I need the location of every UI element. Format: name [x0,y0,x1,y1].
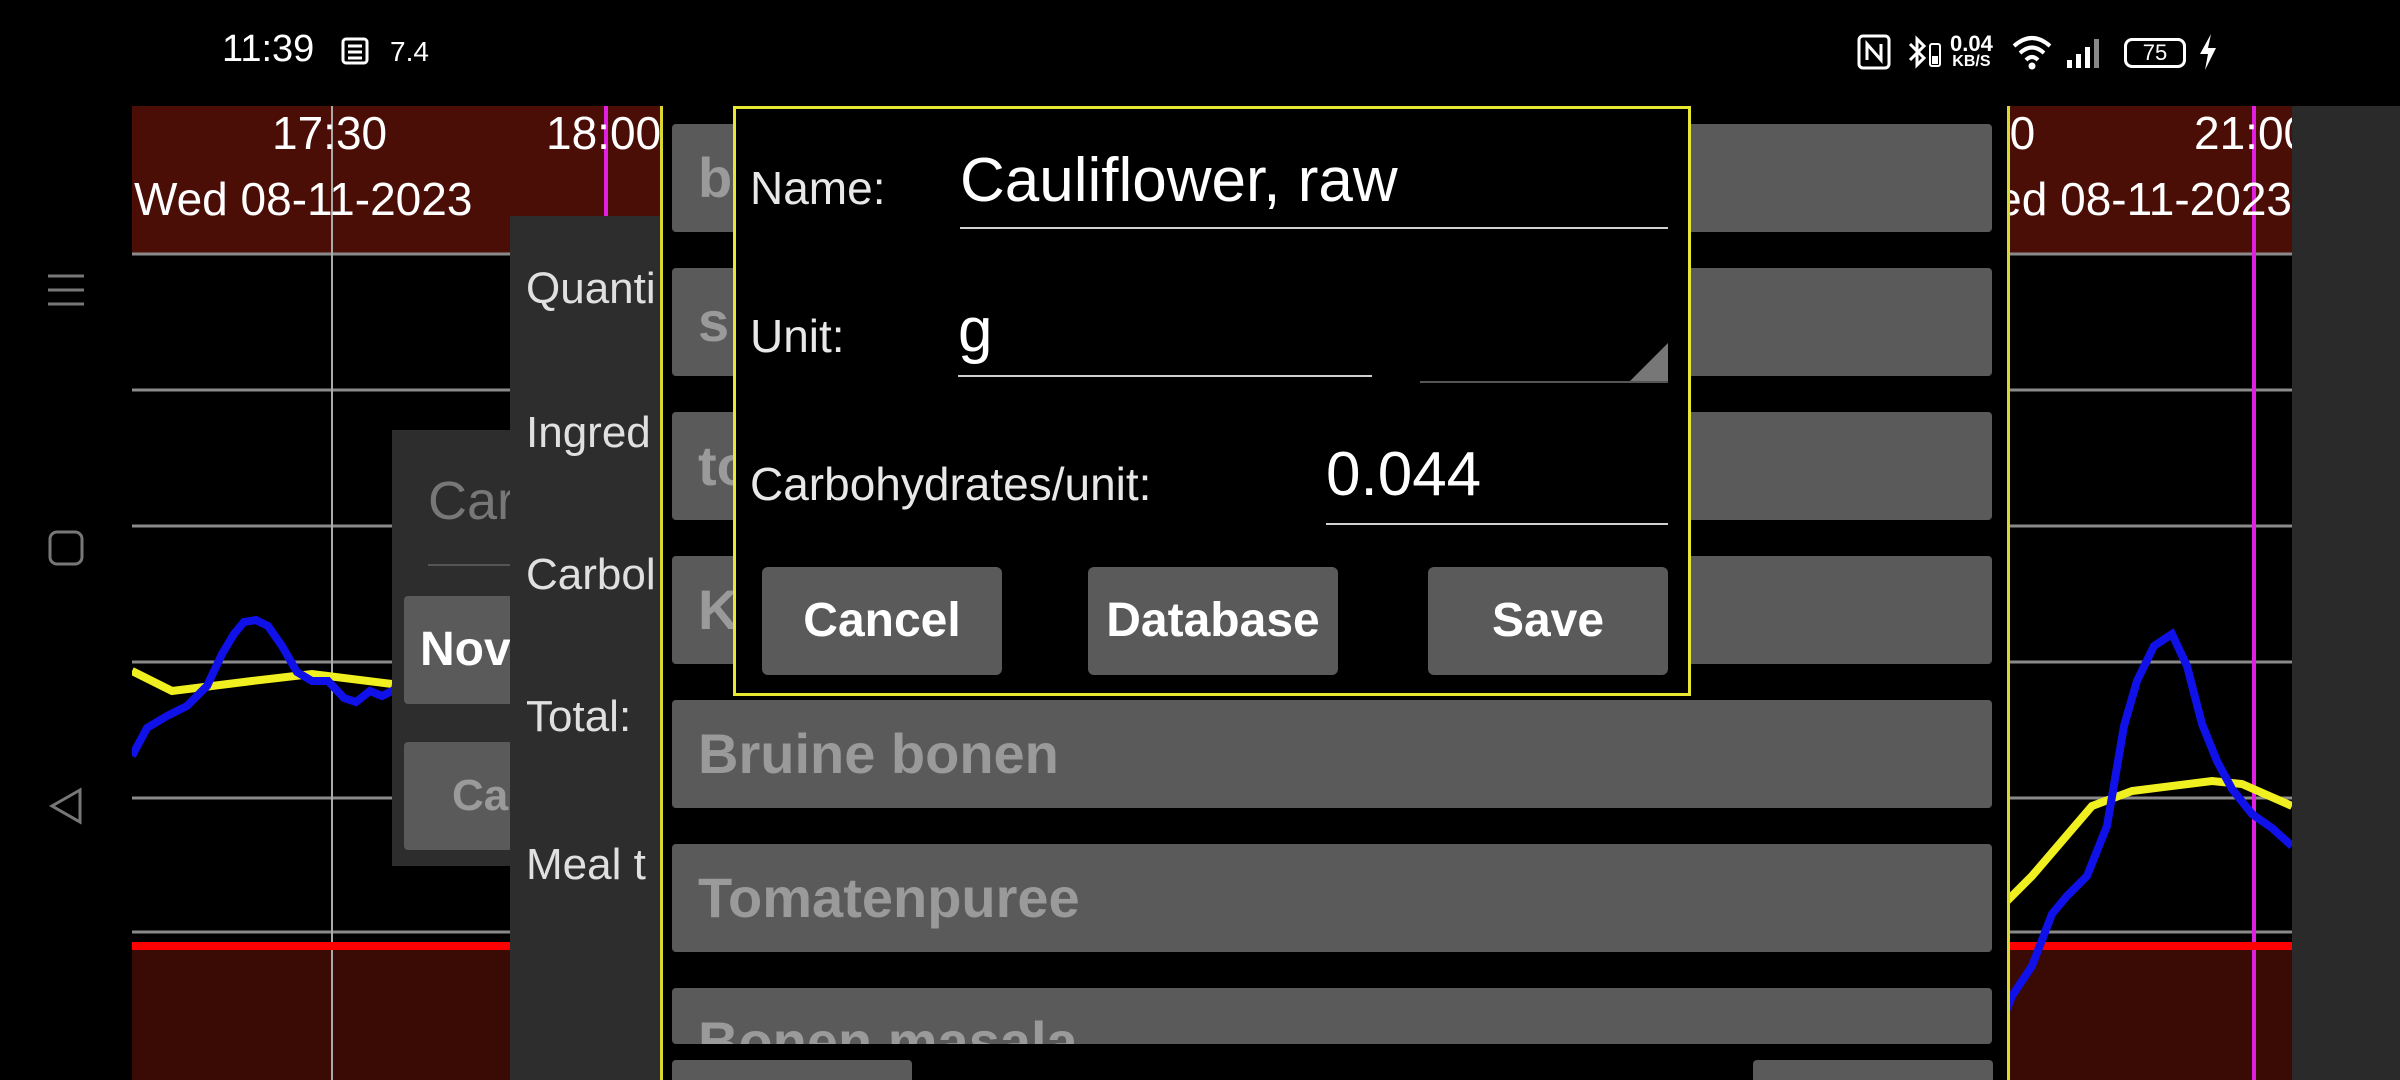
network-speed-unit: KB/S [1952,53,1991,70]
food-item[interactable]: Bonen masala [672,988,1992,1044]
name-label: Name: [750,162,886,214]
unit-label: Unit: [750,310,845,362]
carbohydrates-label: Carbol [526,550,656,599]
bottom-right-button[interactable] [1753,1060,1993,1080]
navigation-bar [0,106,132,1080]
unit-dropdown[interactable] [1420,325,1668,383]
meal-time-label: Meal t [526,840,646,889]
side-strip [2292,106,2400,1080]
unit-field[interactable]: g [958,295,1372,377]
clock: 11:39 [222,28,315,70]
nfc-icon [1857,34,1891,70]
quantity-label: Quanti [526,264,656,313]
network-speed-value: 0.04 [1950,31,1993,56]
back-icon[interactable] [44,784,88,828]
network-speed: 0.04 KB/S [1950,31,1993,70]
recent-apps-icon[interactable] [44,268,88,312]
database-button[interactable]: Database [1088,567,1338,675]
date-tick: Wed 08-11-2023 [134,173,473,225]
carbohydrates-per-unit-label: Carbohydrates/unit: [750,458,1152,510]
carbs-input[interactable]: Car [428,470,515,532]
time-tick: 21:00 [2194,107,2292,159]
status-bar: 11:39 7.4 0.04 KB/S 75 [0,0,2400,106]
cellular-signal-icon [2067,39,2099,68]
bluetooth-battery-icon [1908,35,1941,69]
time-tick: 17:30 [272,107,388,159]
ingredient-dialog: Quanti Ingred Carbol Total: Meal t [510,216,664,1080]
date-tick: Wed 08-11-2023 [2002,173,2292,225]
time-tick: 18:00 [546,107,662,159]
edit-food-dialog: Name: Cauliflower, raw Unit: g Carbohydr… [733,106,1691,696]
notification-icon [341,37,369,65]
bottom-left-button[interactable] [672,1060,912,1080]
wifi-icon [2012,36,2052,70]
notification-count: 7.4 [390,36,429,67]
charging-icon [2200,34,2216,70]
save-button[interactable]: Save [1428,567,1668,675]
battery-level: 75 [2124,38,2186,68]
food-item[interactable]: Tomatenpuree [672,844,1992,952]
name-field[interactable]: Cauliflower, raw [960,145,1668,229]
cancel-button[interactable]: Cancel [762,567,1002,675]
carbohydrates-per-unit-field[interactable]: 0.044 [1326,439,1668,525]
dropdown-triangle-icon [1630,343,1668,381]
total-label: Total: [526,692,632,741]
food-item[interactable]: Bruine bonen [672,700,1992,808]
ingredient-label: Ingred [526,408,651,457]
home-icon[interactable] [44,526,88,570]
